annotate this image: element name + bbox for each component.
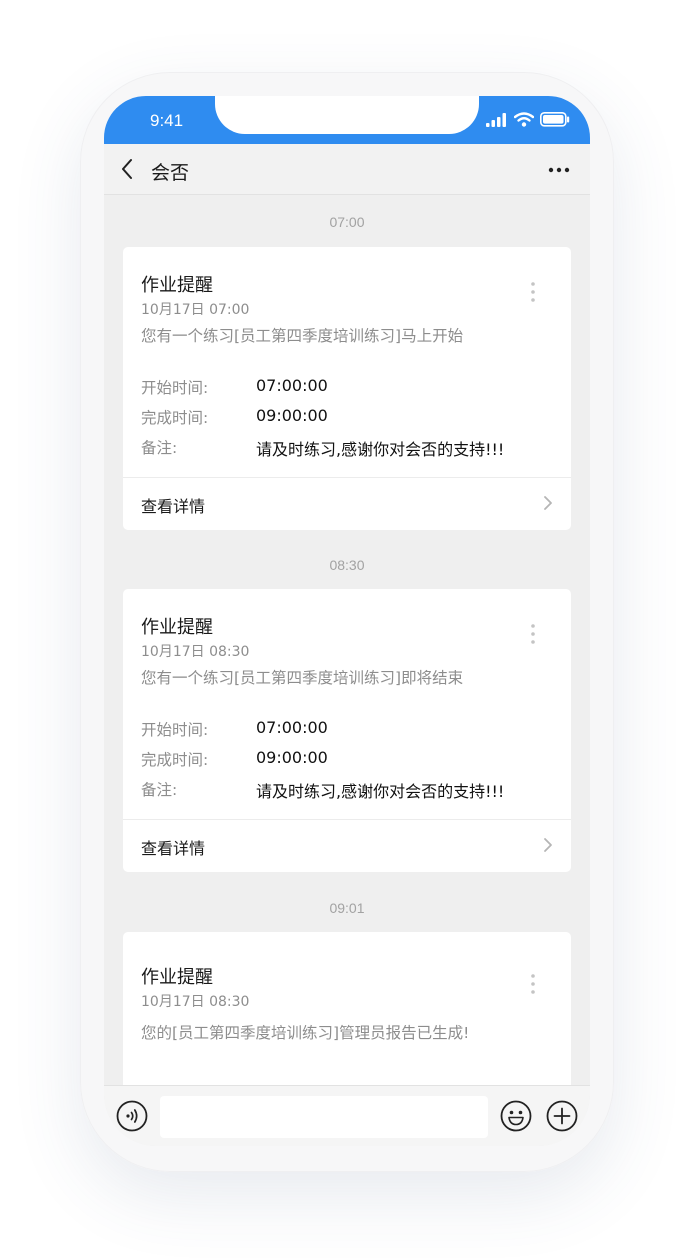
plus-icon[interactable] bbox=[546, 1100, 578, 1132]
card-description: 您有一个练习[员工第四季度培训练习]即将结束 bbox=[141, 669, 464, 687]
status-bar: 9:41 bbox=[104, 96, 590, 144]
card-description: 您有一个练习[员工第四季度培训练习]马上开始 bbox=[141, 327, 464, 345]
remark-label: 备注: bbox=[141, 439, 178, 457]
back-icon[interactable] bbox=[120, 158, 134, 180]
card-date: 10月17日 08:30 bbox=[141, 994, 250, 1010]
input-bar bbox=[104, 1085, 590, 1146]
chevron-right-icon[interactable] bbox=[543, 837, 553, 853]
status-icons bbox=[486, 112, 570, 127]
message-card[interactable]: 作业提醒 10月17日 08:30 您有一个练习[员工第四季度培训练习]即将结束… bbox=[123, 589, 571, 872]
wifi-icon bbox=[514, 112, 534, 127]
more-icon[interactable] bbox=[548, 167, 570, 173]
status-time: 9:41 bbox=[150, 111, 184, 130]
message-card[interactable]: 作业提醒 10月17日 07:00 您有一个练习[员工第四季度培训练习]马上开始… bbox=[123, 247, 571, 530]
card-divider bbox=[123, 819, 571, 820]
card-menu-icon[interactable] bbox=[531, 282, 535, 302]
end-time-label: 完成时间: bbox=[141, 409, 209, 427]
remark-value: 请及时练习,感谢你对会否的支持!!! bbox=[256, 782, 505, 801]
message-timestamp: 08:30 bbox=[329, 557, 365, 573]
signal-icon bbox=[486, 112, 506, 127]
start-time-value: 07:00:00 bbox=[256, 718, 328, 737]
start-time-label: 开始时间: bbox=[141, 721, 209, 739]
battery-icon bbox=[540, 112, 570, 127]
remark-value: 请及时练习,感谢你对会否的支持!!! bbox=[256, 440, 505, 459]
card-description: 您的[员工第四季度培训练习]管理员报告已生成! bbox=[141, 1024, 470, 1042]
card-title: 作业提醒 bbox=[141, 967, 213, 988]
card-menu-icon[interactable] bbox=[531, 974, 535, 994]
message-input[interactable] bbox=[160, 1096, 488, 1138]
end-time-value: 09:00:00 bbox=[256, 406, 328, 425]
emoji-icon[interactable] bbox=[500, 1100, 532, 1132]
nav-bar: 会否 bbox=[104, 144, 590, 195]
card-date: 10月17日 07:00 bbox=[141, 302, 250, 318]
view-details-link[interactable]: 查看详情 bbox=[141, 493, 205, 517]
message-timestamp: 07:00 bbox=[329, 214, 365, 230]
stage: 9:41 会否 07:00 作业提醒 10月17日 07:00 您有一个练习[员… bbox=[0, 0, 694, 1260]
message-timestamp: 09:01 bbox=[329, 900, 365, 916]
voice-icon[interactable] bbox=[116, 1100, 148, 1132]
end-time-value: 09:00:00 bbox=[256, 748, 328, 767]
end-time-label: 完成时间: bbox=[141, 751, 209, 769]
notch bbox=[215, 96, 479, 134]
phone-screen: 9:41 会否 07:00 作业提醒 10月17日 07:00 您有一个练习[员… bbox=[104, 96, 590, 1146]
card-title: 作业提醒 bbox=[141, 275, 213, 296]
remark-label: 备注: bbox=[141, 781, 178, 799]
start-time-value: 07:00:00 bbox=[256, 376, 328, 395]
start-time-label: 开始时间: bbox=[141, 379, 209, 397]
view-details-link[interactable]: 查看详情 bbox=[141, 835, 205, 859]
card-date: 10月17日 08:30 bbox=[141, 644, 250, 660]
card-title: 作业提醒 bbox=[141, 617, 213, 638]
card-divider bbox=[123, 477, 571, 478]
card-menu-icon[interactable] bbox=[531, 624, 535, 644]
page-title: 会否 bbox=[151, 162, 190, 184]
chevron-right-icon[interactable] bbox=[543, 495, 553, 511]
